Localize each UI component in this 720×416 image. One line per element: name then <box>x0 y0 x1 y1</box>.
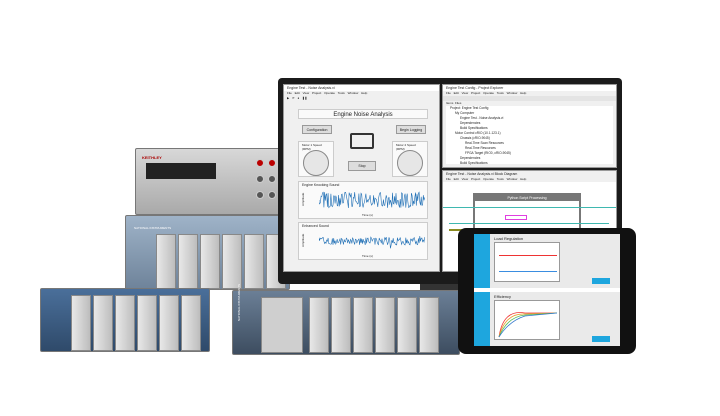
begin-logging-button[interactable]: Begin Logging <box>396 125 426 134</box>
y-axis-label: Amplitude <box>301 234 305 247</box>
tree-item[interactable]: Build Specifications <box>450 161 613 166</box>
wire <box>449 223 609 224</box>
pxi-brand: NATIONAL INSTRUMENTS <box>134 226 171 230</box>
waveform-trace <box>319 236 425 248</box>
tablet-button[interactable] <box>592 278 610 284</box>
structure-label: Python Script Processing <box>475 195 579 201</box>
menu-bar[interactable]: File Edit View Project Operate Tools Win… <box>443 177 616 182</box>
enhanced-waveform <box>319 229 425 253</box>
knocking-waveform <box>319 188 425 212</box>
section-title: Load Regulation <box>494 236 523 241</box>
red-trace <box>499 255 557 256</box>
wire <box>443 207 617 208</box>
efficiency-panel: Efficiency <box>474 292 620 346</box>
crio-controller: NATIONAL INSTRUMENTS <box>232 290 460 355</box>
toolbar[interactable]: ▶ ⟳ ● ❚❚ <box>284 96 439 101</box>
waveform-trace <box>319 192 425 208</box>
blue-trace <box>499 271 557 272</box>
dmm-brand-logo: KEITHLEY <box>142 155 162 160</box>
motor-icon <box>350 133 374 149</box>
x-axis-label: Time (s) <box>359 253 376 259</box>
efficiency-chart <box>494 300 560 340</box>
configuration-button[interactable]: Configuration <box>302 125 332 134</box>
digital-multimeter: KEITHLEY <box>135 148 290 215</box>
motor2-gauge <box>397 150 423 176</box>
cdaq-chassis <box>40 288 210 352</box>
tablet: Load Regulation Efficiency <box>458 228 636 354</box>
string-constant <box>505 215 527 220</box>
motor1-gauge <box>303 150 329 176</box>
load-regulation-panel: Load Regulation <box>474 234 620 288</box>
section-title: Efficiency <box>494 294 511 299</box>
weight-icon <box>474 292 490 346</box>
y-axis-label: Amplitude <box>301 193 305 206</box>
stop-button[interactable]: Stop <box>348 161 376 171</box>
project-explorer-window: Engine Test Config - Project Explorer Fi… <box>442 84 617 168</box>
front-panel-window: Engine Test - Noise Analysis.vi File Edi… <box>283 84 440 272</box>
tablet-button[interactable] <box>592 336 610 342</box>
heading: Engine Noise Analysis <box>298 109 428 119</box>
x-axis-label: Time (s) <box>359 212 376 218</box>
pxi-chassis: NATIONAL INSTRUMENTS <box>125 215 290 290</box>
tab-items[interactable]: Items <box>446 101 453 105</box>
dmm-display <box>146 163 216 179</box>
efficiency-curve <box>499 313 557 338</box>
tab-files[interactable]: Files <box>455 101 461 105</box>
crio-brand: NATIONAL INSTRUMENTS <box>237 284 241 321</box>
gear-icon <box>474 234 490 288</box>
